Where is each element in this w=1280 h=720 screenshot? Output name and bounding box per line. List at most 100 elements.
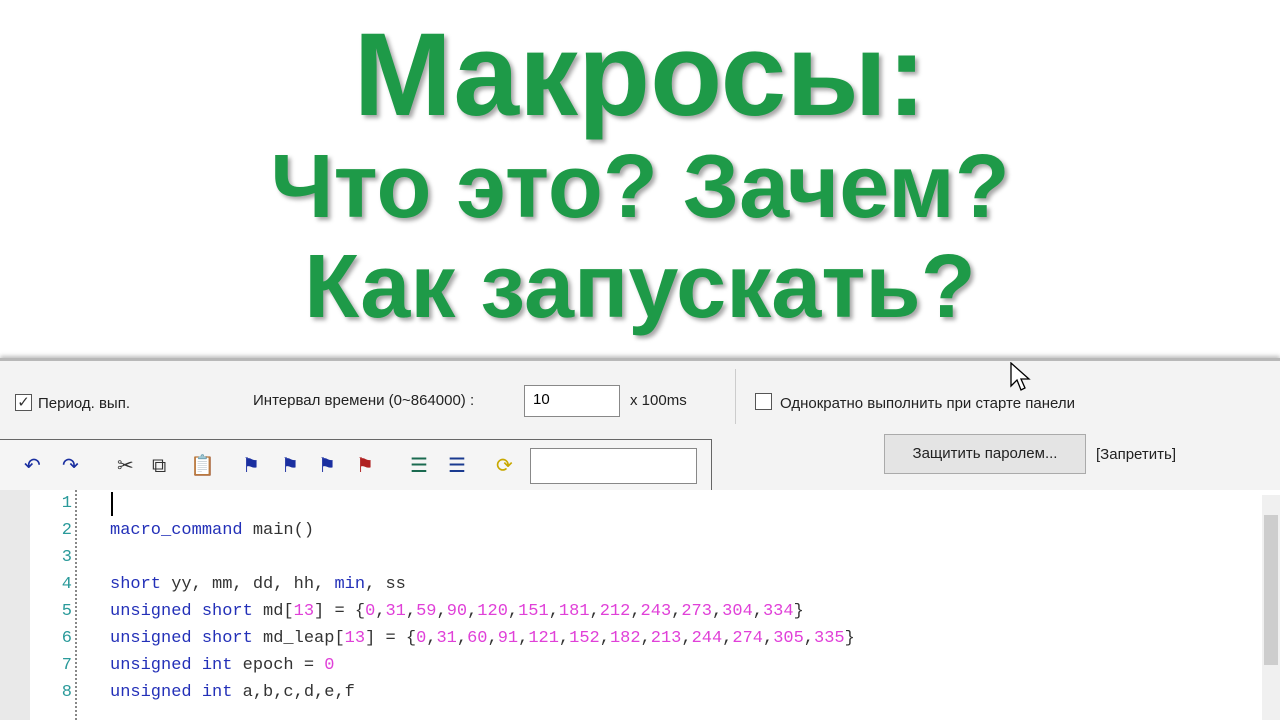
code-number: 212: [599, 602, 631, 621]
indent-icon[interactable]: ☰: [410, 454, 428, 478]
code-number: 274: [732, 629, 763, 648]
code-text: ,: [599, 629, 610, 648]
title-line-3: Как запускать?: [304, 237, 976, 337]
periodic-label: Период. вып.: [38, 395, 130, 412]
code-text: ,: [722, 629, 733, 648]
paste-icon[interactable]: 📋: [190, 454, 215, 478]
scrollbar-thumb[interactable]: [1264, 515, 1278, 665]
code-text: ,: [375, 602, 386, 621]
periodic-checkbox[interactable]: ✓: [15, 394, 32, 411]
code-keyword: min: [334, 575, 366, 594]
undo-icon[interactable]: ↶: [24, 454, 41, 478]
vertical-scrollbar[interactable]: [1262, 495, 1280, 720]
code-text: epoch =: [232, 656, 325, 675]
line-number: 1: [61, 494, 72, 513]
code-text: ] = {: [365, 629, 417, 648]
code-text: ,: [711, 602, 723, 621]
code-keyword: unsigned short: [110, 602, 253, 621]
line-number: 6: [61, 629, 72, 648]
code-text: ,: [426, 629, 437, 648]
clear-bookmarks-icon[interactable]: ⚑: [356, 454, 374, 478]
code-text: ,: [681, 629, 692, 648]
code-number: 152: [569, 629, 600, 648]
code-text: ] = {: [314, 602, 366, 621]
code-number: 244: [691, 629, 723, 648]
title-line-1: Макросы:: [353, 9, 927, 141]
code-number: 0: [416, 629, 427, 648]
code-number: 90: [446, 602, 468, 621]
code-text: md[: [252, 602, 294, 621]
code-number: 91: [497, 629, 519, 648]
gutter-divider: [75, 490, 77, 720]
code-text: a,b,c,d,e,f: [232, 683, 355, 702]
code-text: ,: [405, 602, 417, 621]
bookmark-icon[interactable]: ⚑: [242, 454, 260, 478]
code-number: 243: [640, 602, 672, 621]
code-text: ,: [752, 602, 763, 621]
code-text: ,: [467, 602, 478, 621]
run-once-checkbox[interactable]: [755, 393, 772, 410]
code-text: ,: [518, 629, 529, 648]
code-number: 213: [650, 629, 682, 648]
code-number: 181: [558, 602, 590, 621]
code-number: 60: [467, 629, 488, 648]
code-text: ,: [640, 629, 651, 648]
code-line: unsigned int epoch = 0: [110, 656, 334, 675]
protect-password-button[interactable]: Защитить паролем...: [884, 434, 1086, 474]
find-replace-icon[interactable]: ⟳: [496, 454, 513, 478]
code-number: 305: [773, 629, 804, 648]
code-text: ,: [558, 629, 570, 648]
code-text: , ss: [365, 575, 406, 594]
code-text: md_leap[: [252, 629, 345, 648]
code-line: unsigned int a,b,c,d,e,f: [110, 683, 355, 702]
line-number: 4: [61, 575, 72, 594]
code-keyword: macro_command: [110, 521, 243, 540]
code-number: 13: [344, 629, 366, 648]
code-text: ,: [436, 602, 447, 621]
code-text: ,: [589, 602, 600, 621]
code-number: 334: [762, 602, 794, 621]
line-number: 7: [61, 656, 72, 675]
code-text: yy, mm, dd, hh,: [161, 575, 335, 594]
code-editor[interactable]: 1 2 macro_command main() 3 4 short yy, mm, dd…: [0, 490, 1280, 720]
code-text: ,: [507, 602, 519, 621]
code-number: 0: [365, 602, 376, 621]
title-line-2: Что это? Зачем?: [270, 137, 1010, 237]
mouse-pointer-icon: [1010, 362, 1031, 391]
code-keyword: unsigned int: [110, 683, 233, 702]
code-text: ,: [456, 629, 468, 648]
protect-status: [Запретить]: [1096, 446, 1176, 463]
code-number: 0: [324, 656, 335, 675]
prev-bookmark-icon[interactable]: ⚑: [318, 454, 336, 478]
code-text: ,: [548, 602, 559, 621]
outdent-icon[interactable]: ☰: [448, 454, 466, 478]
line-number: 2: [61, 521, 72, 540]
text-caret: [111, 492, 113, 516]
code-text: }: [793, 602, 804, 621]
code-number: 121: [528, 629, 559, 648]
code-text: }: [844, 629, 855, 648]
redo-icon[interactable]: ↷: [62, 454, 79, 478]
interval-label: Интервал времени (0~864000) :: [253, 392, 475, 409]
code-number: 182: [609, 629, 641, 648]
code-line: short yy, mm, dd, hh, min, ss: [110, 575, 406, 594]
line-number: 3: [61, 548, 72, 567]
next-bookmark-icon[interactable]: ⚑: [281, 454, 299, 478]
code-number: 31: [385, 602, 406, 621]
code-number: 59: [416, 602, 437, 621]
editor-gutter: [0, 490, 30, 720]
code-text: ,: [762, 629, 774, 648]
copy-icon[interactable]: ⧉: [152, 454, 166, 478]
code-text: ,: [803, 629, 814, 648]
cut-icon[interactable]: ✂: [117, 454, 134, 478]
code-line: unsigned short md[13] = {0,31,59,90,120,…: [110, 602, 804, 621]
search-input[interactable]: [530, 448, 697, 484]
run-once-label: Однократно выполнить при старте панели: [780, 395, 1075, 412]
code-line: unsigned short md_leap[13] = {0,31,60,91…: [110, 629, 855, 648]
code-number: 304: [722, 602, 753, 621]
line-number: 5: [61, 602, 72, 621]
interval-unit: x 100ms: [630, 392, 687, 409]
code-number: 335: [814, 629, 845, 648]
code-number: 120: [477, 602, 508, 621]
interval-input[interactable]: 10: [524, 385, 620, 417]
